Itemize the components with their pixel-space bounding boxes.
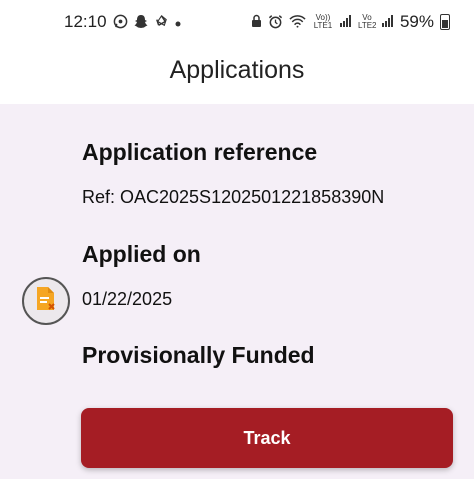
page-title: Applications: [169, 56, 305, 84]
lock-icon: [251, 14, 262, 30]
track-button[interactable]: Track: [81, 408, 453, 468]
volte1-label: Vo)) LTE1: [313, 13, 333, 30]
document-badge[interactable]: [22, 277, 70, 325]
battery-percent: 59%: [399, 12, 434, 31]
status-bar: 12:10 Vo)) LTE1 Vo LTE2 59%: [0, 0, 474, 44]
snapchat-icon: [134, 14, 148, 31]
volte2-label: Vo LTE2: [357, 13, 377, 30]
signal-icon-2: [381, 15, 394, 29]
dot-icon: [175, 15, 181, 29]
status-left: 12:10: [64, 12, 181, 32]
wifi-icon: [289, 14, 306, 30]
document-icon: [35, 286, 57, 317]
signal-icon: [339, 15, 352, 29]
status-label: Provisionally Funded: [82, 342, 315, 368]
recycle-icon: [154, 14, 169, 31]
applied-on-label: Applied on: [82, 241, 201, 267]
whatsapp-icon: [113, 14, 128, 31]
reference-value: Ref: OAC2025S1202501221858390N: [82, 187, 385, 207]
reference-label: Application reference: [82, 139, 318, 165]
applied-on-value: 01/22/2025: [82, 289, 173, 309]
status-right: Vo)) LTE1 Vo LTE2 59%: [251, 12, 450, 32]
alarm-icon: [268, 14, 283, 31]
status-time: 12:10: [64, 12, 107, 31]
battery-icon: [440, 14, 450, 30]
